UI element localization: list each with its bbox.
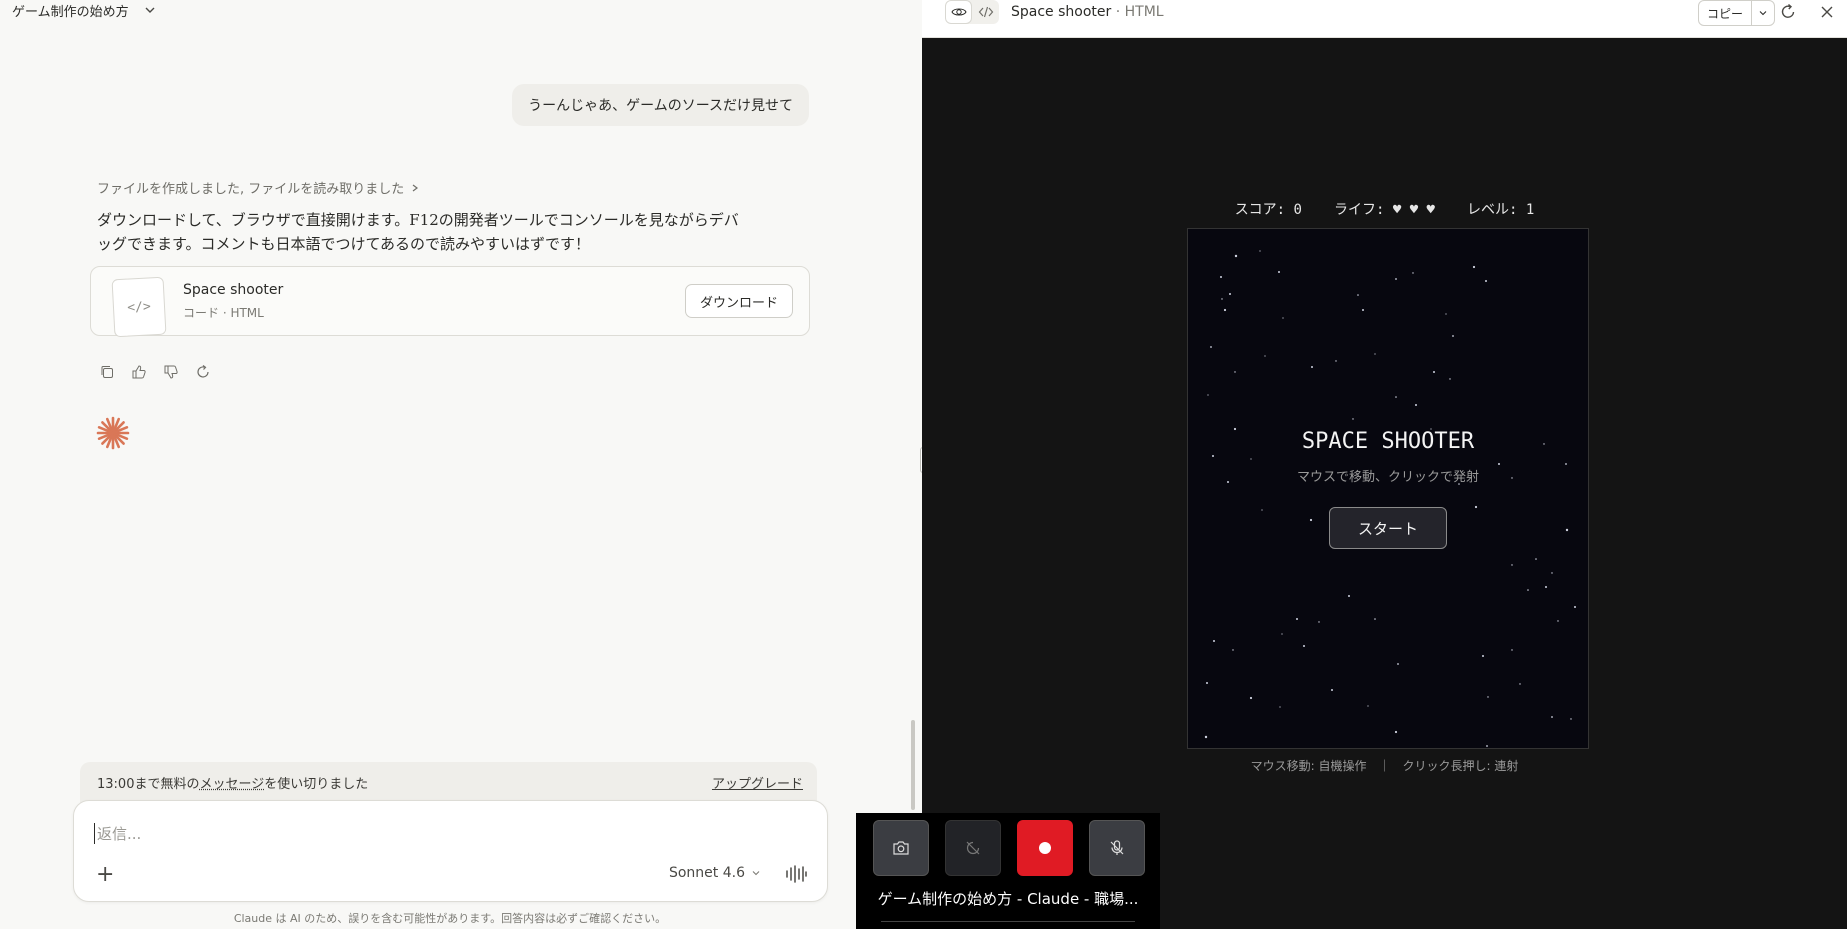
preview-title-type: · HTML bbox=[1111, 4, 1164, 20]
model-selector[interactable]: Sonnet 4.6 bbox=[669, 865, 761, 881]
code-tab[interactable] bbox=[972, 0, 999, 24]
preview-title-name: Space shooter bbox=[1011, 4, 1112, 20]
message-actions bbox=[97, 362, 213, 382]
voice-mode-icon[interactable] bbox=[785, 863, 807, 885]
chevron-right-icon bbox=[412, 184, 419, 191]
limit-text-start: 13:00まで無料の bbox=[97, 777, 200, 792]
reply-input[interactable]: 返信... bbox=[94, 823, 141, 844]
chevron-down-icon bbox=[1759, 11, 1767, 16]
start-button[interactable]: スタート bbox=[1329, 507, 1447, 549]
add-attachment-button[interactable]: + bbox=[96, 862, 114, 887]
conversation-title-menu[interactable]: ゲーム制作の始め方 bbox=[12, 0, 157, 20]
close-icon[interactable] bbox=[1817, 2, 1837, 22]
assistant-reply: ダウンロードして、ブラウザで直接開けます。F12の開発者ツールでコンソールを見な… bbox=[97, 208, 787, 256]
tool-summary-text: ファイルを作成しました, ファイルを読み取りました bbox=[97, 182, 405, 197]
tool-summary[interactable]: ファイルを作成しました, ファイルを読み取りました bbox=[97, 178, 420, 197]
caption-divider bbox=[881, 921, 1135, 922]
reply-line: ッグできます。コメントも日本語でつけてあるので読みやすいはずです！ bbox=[97, 235, 591, 253]
artifact-meta: コード · HTML bbox=[183, 306, 264, 320]
model-label: Sonnet 4.6 bbox=[668, 865, 745, 881]
copy-button[interactable]: コピー bbox=[1699, 1, 1753, 25]
download-button[interactable]: ダウンロード bbox=[684, 284, 793, 318]
usage-limit-banner: 13:00まで無料のメッセージを使い切りました アップグレード bbox=[80, 762, 817, 804]
chat-scrollbar[interactable] bbox=[911, 720, 915, 810]
chat-pane: ゲーム制作の始め方 うーんじゃあ、ゲームのソースだけ見せて ファイルを作成しまし… bbox=[0, 0, 922, 929]
copy-menu: コピー bbox=[1698, 0, 1776, 26]
game-hud: スコア: 0 ライフ: ♥ ♥ ♥ レベル: 1 bbox=[922, 199, 1847, 219]
code-icon bbox=[978, 6, 993, 18]
view-toggle bbox=[945, 0, 999, 24]
level-display: レベル: 1 bbox=[1467, 202, 1535, 218]
screen-recorder-overlay: ゲーム制作の始め方 - Claude - 職場... bbox=[856, 813, 1160, 929]
thumbs-down-icon bbox=[164, 365, 178, 379]
preview-title: Space shooter · HTML bbox=[1011, 4, 1164, 20]
refresh-icon[interactable] bbox=[1778, 2, 1798, 22]
replay-off-icon bbox=[966, 841, 980, 855]
recording-window-caption: ゲーム制作の始め方 - Claude - 職場... bbox=[877, 890, 1139, 908]
thumbs-up-button[interactable] bbox=[129, 362, 149, 382]
ai-disclaimer: Claude は AI のため、誤りを含む可能性があります。回答内容は必ずご確認… bbox=[233, 912, 667, 925]
claude-spark-icon bbox=[96, 416, 130, 450]
score-display: スコア: 0 bbox=[1234, 202, 1302, 218]
composer: 返信... + Sonnet 4.6 bbox=[73, 800, 828, 902]
limit-messages-link[interactable]: メッセージ bbox=[199, 777, 264, 792]
screenshot-button[interactable] bbox=[873, 820, 929, 876]
lives-display: ライフ: ♥ ♥ ♥ bbox=[1333, 202, 1435, 218]
retry-icon bbox=[197, 365, 209, 378]
copy-button[interactable] bbox=[97, 362, 117, 382]
copy-options-button[interactable] bbox=[1752, 1, 1774, 25]
preview-toolbar: Space shooter · HTML コピー bbox=[922, 0, 1847, 38]
thumbs-up-icon bbox=[132, 365, 146, 379]
conversation-title: ゲーム制作の始め方 bbox=[12, 4, 129, 20]
reply-line: ダウンロードして、ブラウザで直接開けます。F12の開発者ツールでコンソールを見な… bbox=[97, 211, 739, 229]
record-button[interactable] bbox=[1017, 820, 1073, 876]
game-title: SPACE SHOOTER bbox=[1301, 429, 1475, 454]
thumbs-down-button[interactable] bbox=[161, 362, 181, 382]
game-canvas[interactable]: SPACE SHOOTER マウスで移動、クリックで発射 スタート bbox=[1187, 228, 1589, 749]
controls-help: マウス移動: 自機操作 ｜ クリック長押し: 連射 bbox=[1250, 759, 1519, 773]
replay-button[interactable] bbox=[945, 820, 1001, 876]
copy-icon bbox=[101, 366, 113, 378]
record-icon bbox=[1039, 842, 1051, 854]
code-file-icon: </> bbox=[111, 276, 167, 338]
artifact-card[interactable]: </> Space shooter コード · HTML ダウンロード bbox=[90, 266, 810, 338]
chevron-down-icon bbox=[752, 871, 760, 876]
artifact-name: Space shooter bbox=[183, 282, 284, 298]
chevron-down-icon bbox=[145, 7, 155, 13]
eye-icon bbox=[950, 8, 967, 16]
preview-tab[interactable] bbox=[945, 0, 972, 24]
starfield bbox=[1204, 250, 1576, 747]
artifact-preview-pane: Space shooter · HTML コピー スコア: 0 ライフ: ♥ ♥… bbox=[922, 0, 1847, 929]
user-message: うーんじゃあ、ゲームのソースだけ見せて bbox=[512, 84, 809, 126]
microphone-off-icon bbox=[1110, 840, 1124, 855]
camera-icon bbox=[893, 841, 909, 855]
microphone-toggle[interactable] bbox=[1089, 820, 1145, 876]
retry-button[interactable] bbox=[193, 362, 213, 382]
limit-text-end: を使い切りました bbox=[264, 777, 369, 792]
game-instructions: マウスで移動、クリックで発射 bbox=[1296, 470, 1479, 485]
upgrade-link[interactable]: アップグレード bbox=[712, 773, 803, 792]
usage-limit-text: 13:00まで無料のメッセージを使い切りました bbox=[97, 773, 368, 792]
